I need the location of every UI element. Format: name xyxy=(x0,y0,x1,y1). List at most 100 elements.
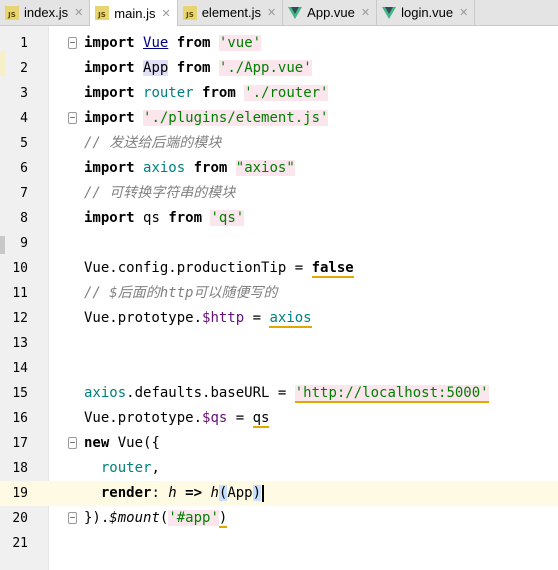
text-caret xyxy=(262,484,265,502)
code-token: = xyxy=(244,310,270,326)
code-line[interactable]: 18 router, xyxy=(0,456,558,481)
code-text: import './plugins/element.js' xyxy=(84,106,329,131)
code-line[interactable]: 15 axios.defaults.baseURL = 'http://local… xyxy=(0,381,558,406)
line-number: 20 xyxy=(12,511,28,526)
code-token: ) xyxy=(252,485,262,501)
code-line[interactable]: 9 xyxy=(0,231,558,256)
code-token: import xyxy=(84,35,135,51)
tab-login-vue[interactable]: login.vue ✕ xyxy=(377,0,476,25)
code-token: 'http://localhost:5000' xyxy=(294,385,489,403)
code-token: $mount xyxy=(109,510,160,526)
code-token: qs xyxy=(143,210,160,226)
code-line[interactable]: 7 // 可转换字符串的模块 xyxy=(0,181,558,206)
line-number: 10 xyxy=(12,261,28,276)
tab-app-vue[interactable]: App.vue ✕ xyxy=(283,0,378,25)
code-token: }). xyxy=(84,510,110,526)
code-token: new xyxy=(84,435,110,451)
code-token: Vue xyxy=(143,35,169,51)
code-text: Vue.prototype.$http = axios xyxy=(84,306,312,331)
code-line[interactable]: 4 import './plugins/element.js' xyxy=(0,106,558,131)
code-line[interactable]: 2 import App from './App.vue' xyxy=(0,56,558,81)
svg-text:JS: JS xyxy=(7,11,16,19)
code-token: router xyxy=(143,85,194,101)
line-number: 8 xyxy=(20,211,28,226)
code-token: from xyxy=(202,85,236,101)
code-token: import xyxy=(84,60,135,76)
tab-label: index.js xyxy=(24,5,69,20)
code-text: axios.defaults.baseURL = 'http://localho… xyxy=(84,381,489,406)
fold-toggle-icon[interactable] xyxy=(68,37,77,49)
code-text: import App from './App.vue' xyxy=(84,56,312,81)
line-number: 17 xyxy=(12,436,28,451)
code-line[interactable]: 5 // 发送给后端的模块 xyxy=(0,131,558,156)
line-number: 21 xyxy=(12,536,28,551)
code-token: import xyxy=(84,110,135,126)
code-token: => xyxy=(176,485,211,501)
code-token: h xyxy=(210,485,219,501)
code-text: import Vue from 'vue' xyxy=(84,31,262,56)
code-token: Vue.prototype. xyxy=(84,310,203,326)
tab-index-js[interactable]: JS index.js ✕ xyxy=(0,0,91,25)
code-line[interactable]: 12 Vue.prototype.$http = axios xyxy=(0,306,558,331)
code-token: false xyxy=(311,260,354,278)
code-token: // 发送给后端的模块 xyxy=(84,135,222,151)
code-text: Vue.config.productionTip = false xyxy=(84,256,354,281)
code-token: // 可转换字符串的模块 xyxy=(84,185,236,201)
code-token: .defaults.baseURL = xyxy=(126,385,295,401)
svg-text:JS: JS xyxy=(97,11,106,19)
close-icon[interactable]: ✕ xyxy=(459,6,468,19)
code-text: router, xyxy=(84,456,160,481)
line-number: 4 xyxy=(20,111,28,126)
fold-toggle-icon[interactable] xyxy=(68,437,77,449)
tab-main-js[interactable]: JS main.js ✕ xyxy=(90,0,178,26)
code-line[interactable]: 10 Vue.config.productionTip = false xyxy=(0,256,558,281)
code-token: // $后面的http可以随便写的 xyxy=(84,285,278,301)
code-token: '#app' xyxy=(168,510,219,526)
fold-toggle-icon[interactable] xyxy=(68,112,77,124)
line-number: 15 xyxy=(12,386,28,401)
fold-toggle-icon[interactable] xyxy=(68,512,77,524)
code-editor[interactable]: 1 import Vue from 'vue' 2 import App from '… xyxy=(0,26,558,570)
code-text: Vue.prototype.$qs = qs xyxy=(84,406,270,431)
code-line[interactable]: 8 import qs from 'qs' xyxy=(0,206,558,231)
code-token: axios xyxy=(143,160,186,176)
close-icon[interactable]: ✕ xyxy=(267,6,276,19)
code-line[interactable]: 1 import Vue from 'vue' xyxy=(0,31,558,56)
code-line[interactable]: 3 import router from './router' xyxy=(0,81,558,106)
line-number: 6 xyxy=(20,161,28,176)
close-icon[interactable]: ✕ xyxy=(361,6,370,19)
code-text: }).$mount('#app') xyxy=(84,506,228,531)
line-number: 16 xyxy=(12,411,28,426)
code-line[interactable]: 19 render: h => h(App) xyxy=(0,481,558,506)
js-file-icon: JS xyxy=(182,5,197,20)
code-text: // 发送给后端的模块 xyxy=(84,131,221,156)
line-number: 19 xyxy=(12,486,28,501)
line-number: 14 xyxy=(12,361,28,376)
code-token: import xyxy=(84,210,135,226)
code-token: from xyxy=(176,35,211,51)
code-token: $http xyxy=(202,310,245,326)
code-line[interactable]: 14 xyxy=(0,356,558,381)
code-text: new Vue({ xyxy=(84,431,160,456)
code-token: : xyxy=(151,485,169,501)
tab-element-js[interactable]: JS element.js ✕ xyxy=(178,0,284,25)
tab-label: login.vue xyxy=(401,5,454,20)
code-token: $qs xyxy=(202,410,228,426)
code-line[interactable]: 21 xyxy=(0,531,558,556)
code-text: import axios from "axios" xyxy=(84,156,295,181)
code-line[interactable]: 13 xyxy=(0,331,558,356)
close-icon[interactable]: ✕ xyxy=(161,7,170,20)
code-line[interactable]: 17 new Vue({ xyxy=(0,431,558,456)
js-file-icon: JS xyxy=(5,5,19,20)
code-line[interactable]: 20 }).$mount('#app') xyxy=(0,506,558,531)
editor-tab-bar: JS index.js ✕ JS main.js ✕ JS element.js ✕ App.vu… xyxy=(0,0,558,26)
code-token: App xyxy=(227,485,253,501)
code-token: Vue({ xyxy=(109,435,160,451)
line-number: 18 xyxy=(12,461,28,476)
code-line[interactable]: 16 Vue.prototype.$qs = qs xyxy=(0,406,558,431)
code-line[interactable]: 6 import axios from "axios" xyxy=(0,156,558,181)
close-icon[interactable]: ✕ xyxy=(74,6,83,19)
code-token: 'vue' xyxy=(218,35,262,51)
code-line[interactable]: 11 // $后面的http可以随便写的 xyxy=(0,281,558,306)
code-token: axios xyxy=(269,310,312,328)
